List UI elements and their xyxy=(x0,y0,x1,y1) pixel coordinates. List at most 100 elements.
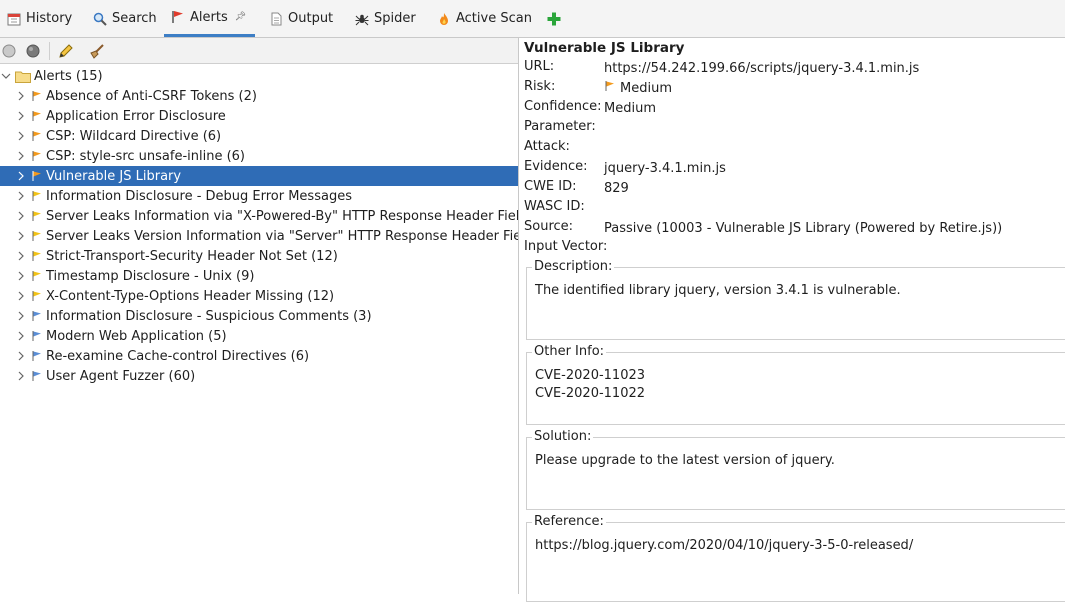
field-key: Evidence: xyxy=(524,159,588,174)
add-tab-icon xyxy=(546,11,561,26)
field-value: Medium xyxy=(604,100,656,116)
tree-item-label: X-Content-Type-Options Header Missing (1… xyxy=(46,288,335,304)
field-key: Parameter: xyxy=(524,119,596,134)
tree-item[interactable]: Information Disclosure - Debug Error Mes… xyxy=(0,186,518,206)
description-text: The identified library jquery, version 3… xyxy=(535,283,901,298)
chevron-down-icon[interactable] xyxy=(0,70,12,82)
tree-item-label: User Agent Fuzzer (60) xyxy=(46,368,196,384)
alerts-toolbar xyxy=(0,38,518,64)
tree-item[interactable]: CSP: style-src unsafe-inline (6) xyxy=(0,146,518,166)
risk-flag-icon xyxy=(31,370,43,382)
chevron-right-icon[interactable] xyxy=(15,350,27,362)
field-value-container: https://54.242.199.66/scripts/jquery-3.4… xyxy=(604,59,919,77)
tree-item[interactable]: Strict-Transport-Security Header Not Set… xyxy=(0,246,518,266)
detail-field-row: Risk: Medium xyxy=(524,79,672,97)
tree-item[interactable]: Absence of Anti-CSRF Tokens (2) xyxy=(0,86,518,106)
risk-flag-icon xyxy=(31,290,43,302)
tree-item-label: Modern Web Application (5) xyxy=(46,328,227,344)
tree-item-label: Re-examine Cache-control Directives (6) xyxy=(46,348,310,364)
tree-item-label: CSP: Wildcard Directive (6) xyxy=(46,128,222,144)
field-key: Input Vector: xyxy=(524,239,608,254)
chevron-right-icon[interactable] xyxy=(15,190,27,202)
detail-field-row: WASC ID: xyxy=(524,199,604,217)
field-value-container: Passive (10003 - Vulnerable JS Library (… xyxy=(604,219,1002,237)
pin-icon[interactable]: 📌︎ xyxy=(235,12,246,22)
risk-flag-icon xyxy=(31,350,43,362)
chevron-right-icon[interactable] xyxy=(15,290,27,302)
tree-item[interactable]: Vulnerable JS Library xyxy=(0,166,518,186)
risk-flag-icon xyxy=(31,130,43,142)
calendar-icon xyxy=(6,11,21,26)
field-value: Medium xyxy=(620,80,672,96)
tree-item[interactable]: Timestamp Disclosure - Unix (9) xyxy=(0,266,518,286)
detail-field-row: Evidence: jquery-3.4.1.min.js xyxy=(524,159,726,177)
detail-field-row: URL: https://54.242.199.66/scripts/jquery… xyxy=(524,59,919,77)
spider-icon xyxy=(354,11,369,26)
tab-output[interactable]: Output xyxy=(262,0,339,37)
chevron-right-icon[interactable] xyxy=(15,230,27,242)
detail-field-row: Parameter: xyxy=(524,119,604,137)
tree-item-label: Application Error Disclosure xyxy=(46,108,226,124)
alert-title: Vulnerable JS Library xyxy=(524,40,685,56)
tree-item[interactable]: Information Disclosure - Suspicious Comm… xyxy=(0,306,518,326)
chevron-right-icon[interactable] xyxy=(15,330,27,342)
detail-field-row: Input Vector: xyxy=(524,239,608,257)
chevron-right-icon[interactable] xyxy=(15,150,27,162)
tree-item[interactable]: Server Leaks Information via "X-Powered-… xyxy=(0,206,518,226)
description-box: Description: The identified library jque… xyxy=(526,259,1065,340)
tab-active-scan-label: Active Scan xyxy=(456,11,532,26)
detail-field-row: Attack: xyxy=(524,139,604,157)
chevron-right-icon[interactable] xyxy=(15,90,27,102)
tab-history[interactable]: History xyxy=(0,0,78,37)
tree-item[interactable]: X-Content-Type-Options Header Missing (1… xyxy=(0,286,518,306)
risk-flag-icon xyxy=(31,270,43,282)
field-value-container: Medium xyxy=(604,99,656,117)
field-key: Confidence: xyxy=(524,99,602,114)
circle-grey-icon[interactable] xyxy=(0,42,18,60)
chevron-right-icon[interactable] xyxy=(15,110,27,122)
tab-spider[interactable]: Spider xyxy=(348,0,422,37)
tree-item[interactable]: User Agent Fuzzer (60) xyxy=(0,366,518,386)
add-tab-button[interactable] xyxy=(540,0,567,37)
description-caption: Description: xyxy=(532,259,615,274)
chevron-right-icon[interactable] xyxy=(15,170,27,182)
chevron-right-icon[interactable] xyxy=(15,130,27,142)
tab-alerts-label: Alerts xyxy=(190,9,228,25)
tree-item-label: CSP: style-src unsafe-inline (6) xyxy=(46,148,245,164)
chevron-right-icon[interactable] xyxy=(15,370,27,382)
alerts-tree-pane: Alerts (15) Absence of Anti-CSRF Tokens … xyxy=(0,38,519,594)
other-info-box: Other Info: CVE-2020-11023 CVE-2020-1102… xyxy=(526,344,1065,425)
reference-caption: Reference: xyxy=(532,514,606,529)
tree-item[interactable]: Modern Web Application (5) xyxy=(0,326,518,346)
pencil-icon[interactable] xyxy=(57,42,75,60)
tree-root-label: Alerts (15) xyxy=(34,68,103,84)
tree-root-alerts[interactable]: Alerts (15) xyxy=(0,66,518,86)
chevron-right-icon[interactable] xyxy=(15,270,27,282)
reference-box: Reference: https://blog.jquery.com/2020/… xyxy=(526,514,1065,602)
alert-detail-pane: Vulnerable JS Library URL: https://54.242… xyxy=(520,38,1065,602)
reference-link[interactable]: https://blog.jquery.com/2020/04/10/jquer… xyxy=(535,537,913,555)
detail-field-row: Source: Passive (10003 - Vulnerable JS Li… xyxy=(524,219,1002,237)
tree-item-label: Vulnerable JS Library xyxy=(46,168,182,184)
field-value: Passive (10003 - Vulnerable JS Library (… xyxy=(604,220,1003,236)
broom-icon[interactable] xyxy=(88,42,106,60)
tree-item[interactable]: Application Error Disclosure xyxy=(0,106,518,126)
tree-item-label: Server Leaks Information via "X-Powered-… xyxy=(46,208,518,224)
tab-output-label: Output xyxy=(288,11,334,26)
chevron-right-icon[interactable] xyxy=(15,210,27,222)
field-value: jquery-3.4.1.min.js xyxy=(604,160,726,176)
risk-flag-icon xyxy=(604,80,616,96)
document-icon xyxy=(268,11,283,26)
tab-search[interactable]: Search xyxy=(86,0,163,37)
tree-item[interactable]: CSP: Wildcard Directive (6) xyxy=(0,126,518,146)
chevron-right-icon[interactable] xyxy=(15,250,27,262)
tree-item[interactable]: Server Leaks Version Information via "Se… xyxy=(0,226,518,246)
risk-flag-icon xyxy=(31,110,43,122)
toolbar-separator xyxy=(49,42,50,60)
tree-item[interactable]: Re-examine Cache-control Directives (6) xyxy=(0,346,518,366)
tab-active-scan[interactable]: Active Scan xyxy=(430,0,538,37)
alert-flag-icon xyxy=(170,10,185,25)
chevron-right-icon[interactable] xyxy=(15,310,27,322)
tab-alerts[interactable]: Alerts 📌︎ xyxy=(164,0,255,37)
circle-dark-icon[interactable] xyxy=(24,42,42,60)
